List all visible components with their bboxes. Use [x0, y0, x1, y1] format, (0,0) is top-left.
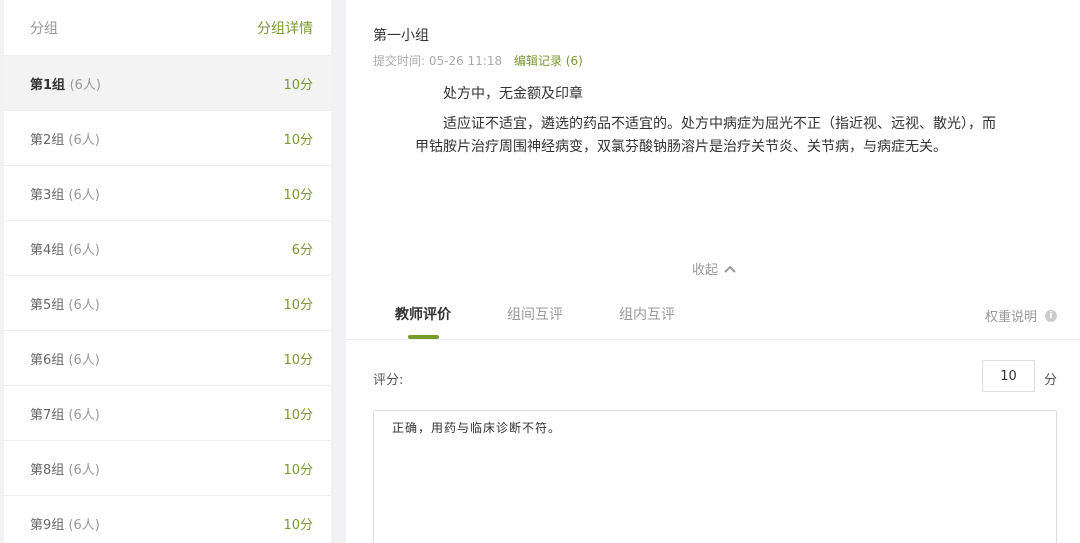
- group-list: 第1组 (6人) 10分 第2组 (6人) 10分 第3组 (6人) 10分 第4组 (6人…: [4, 56, 331, 543]
- submit-time: 提交时间: 05-26 11:18: [373, 54, 503, 68]
- weight-label: 权重说明: [984, 310, 1037, 325]
- group-member-count: (6人): [68, 297, 100, 313]
- group-name: 第8组 (6人): [30, 459, 100, 478]
- group-label: 第3组: [30, 187, 65, 203]
- group-item[interactable]: 第5组 (6人) 10分: [4, 276, 331, 331]
- group-label: 第5组: [30, 297, 65, 313]
- answer-content: 处方中，无金额及印章 适应证不适宜，遴选的药品不适宜的。处方中病症为屈光不正（指…: [415, 83, 1003, 166]
- group-member-count: (6人): [68, 407, 100, 423]
- score-label: 评分:: [373, 373, 404, 388]
- group-score: 10分: [283, 77, 313, 93]
- group-name: 第7组 (6人): [30, 404, 100, 423]
- group-score: 10分: [283, 297, 313, 313]
- group-name: 第4组 (6人): [30, 239, 100, 258]
- group-member-count: (6人): [69, 77, 101, 93]
- sidebar-header: 分组 分组详情: [4, 0, 331, 56]
- submission-meta: 提交时间: 05-26 11:18 编辑记录 (6): [373, 52, 583, 69]
- group-member-count: (6人): [68, 517, 100, 533]
- chevron-up-icon: [724, 265, 736, 273]
- sidebar-title: 分组: [30, 20, 58, 37]
- group-item[interactable]: 第9组 (6人) 10分: [4, 496, 331, 543]
- group-name: 第9组 (6人): [30, 514, 100, 533]
- evaluation-tabs: 教师评价 组间互评 组内互评 权重说明 i: [346, 290, 1080, 340]
- collapse-label: 收起: [692, 263, 719, 278]
- group-score: 10分: [283, 517, 313, 533]
- group-sidebar: 分组 分组详情 第1组 (6人) 10分 第2组 (6人) 10分 第3组 (6人) 10…: [4, 0, 331, 543]
- weight-explanation[interactable]: 权重说明 i: [985, 306, 1057, 325]
- group-member-count: (6人): [68, 187, 100, 203]
- comment-textarea[interactable]: 正确，用药与临床诊断不符。: [373, 410, 1057, 543]
- group-name: 第3组 (6人): [30, 184, 100, 203]
- group-member-count: (6人): [68, 462, 100, 478]
- tab-intra-group-review[interactable]: 组内互评: [619, 304, 675, 324]
- score-unit: 分: [1044, 373, 1058, 388]
- group-item[interactable]: 第1组 (6人) 10分: [4, 56, 331, 111]
- group-label: 第2组: [30, 132, 65, 148]
- group-score: 6分: [291, 242, 313, 258]
- group-name: 第1组 (6人): [30, 74, 101, 93]
- group-item[interactable]: 第4组 (6人) 6分: [4, 221, 331, 276]
- answer-paragraph: 处方中，无金额及印章: [443, 86, 583, 102]
- collapse-button[interactable]: 收起: [692, 259, 736, 278]
- group-item[interactable]: 第2组 (6人) 10分: [4, 111, 331, 166]
- edit-record-link[interactable]: 编辑记录 (6): [514, 54, 583, 68]
- group-label: 第9组: [30, 517, 65, 533]
- group-label: 第8组: [30, 462, 65, 478]
- subgroup-title: 第一小组: [373, 28, 429, 44]
- group-item[interactable]: 第3组 (6人) 10分: [4, 166, 331, 221]
- tab-teacher-evaluation[interactable]: 教师评价: [395, 304, 451, 324]
- score-input[interactable]: [982, 360, 1035, 392]
- group-label: 第6组: [30, 352, 65, 368]
- active-tab-indicator: [408, 335, 439, 339]
- group-label: 第7组: [30, 407, 65, 423]
- group-item[interactable]: 第8组 (6人) 10分: [4, 441, 331, 496]
- group-score: 10分: [283, 352, 313, 368]
- group-score: 10分: [283, 132, 313, 148]
- group-detail-link[interactable]: 分组详情: [257, 18, 313, 38]
- group-item[interactable]: 第6组 (6人) 10分: [4, 331, 331, 386]
- group-score: 10分: [283, 462, 313, 478]
- group-score: 10分: [283, 407, 313, 423]
- group-item[interactable]: 第7组 (6人) 10分: [4, 386, 331, 441]
- group-label: 第1组: [30, 77, 66, 93]
- main-panel: 第一小组 提交时间: 05-26 11:18 编辑记录 (6) 处方中，无金额及…: [346, 0, 1080, 543]
- group-name: 第2组 (6人): [30, 129, 100, 148]
- group-member-count: (6人): [68, 242, 100, 258]
- group-member-count: (6人): [68, 132, 100, 148]
- group-name: 第6组 (6人): [30, 349, 100, 368]
- tab-inter-group-review[interactable]: 组间互评: [507, 304, 563, 324]
- group-score: 10分: [283, 187, 313, 203]
- group-member-count: (6人): [68, 352, 100, 368]
- info-icon: i: [1045, 309, 1057, 322]
- group-label: 第4组: [30, 242, 65, 258]
- answer-paragraph: 适应证不适宜，遴选的药品不适宜的。处方中病症为屈光不正（指近视、远视、散光），而…: [415, 116, 996, 155]
- group-name: 第5组 (6人): [30, 294, 100, 313]
